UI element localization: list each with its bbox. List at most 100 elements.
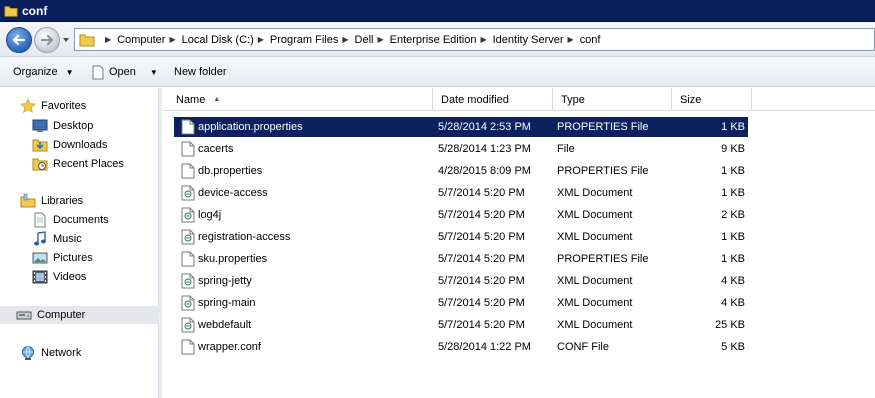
- file-size: 4 KB: [721, 275, 745, 287]
- breadcrumb-computer[interactable]: Computer ▶: [117, 34, 181, 46]
- nav-music[interactable]: Music: [32, 230, 82, 248]
- organize-button[interactable]: Organize ▼: [7, 61, 80, 83]
- chevron-down-icon: ▼: [65, 67, 74, 77]
- file-size: 4 KB: [721, 297, 745, 309]
- document-icon: [181, 163, 195, 179]
- breadcrumb-dell[interactable]: Dell ▶: [355, 34, 390, 46]
- file-type: XML Document: [557, 209, 633, 221]
- breadcrumb-local-disk[interactable]: Local Disk (C:) ▶: [182, 34, 270, 46]
- file-name: spring-main: [198, 297, 256, 309]
- xml-icon: [181, 273, 195, 289]
- file-date-modified: 5/7/2014 5:20 PM: [438, 253, 525, 265]
- nav-desktop[interactable]: Desktop: [32, 117, 93, 135]
- file-size: 5 KB: [721, 341, 745, 353]
- file-date-modified: 5/7/2014 5:20 PM: [438, 275, 525, 287]
- file-type: File: [557, 143, 575, 155]
- file-row[interactable]: db.properties 4/28/2015 8:09 PM PROPERTIES…: [174, 161, 748, 181]
- file-row[interactable]: log4j 5/7/2014 5:20 PM XML Document 2 KB: [174, 205, 748, 225]
- file-row[interactable]: wrapper.conf 5/28/2014 1:22 PM CONF File 5 …: [174, 337, 748, 357]
- document-icon: [181, 119, 195, 135]
- file-type: XML Document: [557, 297, 633, 309]
- file-date-modified: 5/7/2014 5:20 PM: [438, 319, 525, 331]
- nav-recent-places[interactable]: Recent Places: [32, 155, 124, 173]
- file-size: 1 KB: [721, 231, 745, 243]
- open-button[interactable]: Open ▼: [86, 61, 164, 83]
- organize-label: Organize: [13, 66, 58, 78]
- document-icon: [181, 339, 195, 355]
- file-size: 1 KB: [721, 121, 745, 133]
- navigation-pane: Favorites Desktop Downloads Recent Place…: [0, 88, 159, 398]
- new-folder-label: New folder: [174, 66, 227, 78]
- column-header-size[interactable]: Size: [672, 88, 752, 111]
- file-date-modified: 5/7/2014 5:20 PM: [438, 231, 525, 243]
- file-name: application.properties: [198, 121, 303, 133]
- column-header-row: Name ▲ Date modified Type Size: [162, 88, 875, 111]
- recent-pages-dropdown-icon[interactable]: [62, 36, 70, 44]
- file-size: 9 KB: [721, 143, 745, 155]
- file-date-modified: 4/28/2015 8:09 PM: [438, 165, 531, 177]
- file-type: XML Document: [557, 275, 633, 287]
- nav-favorites[interactable]: Favorites: [20, 97, 86, 115]
- document-icon: [92, 65, 104, 79]
- nav-videos[interactable]: Videos: [32, 268, 86, 286]
- nav-computer[interactable]: Computer: [0, 306, 159, 324]
- file-row[interactable]: device-access 5/7/2014 5:20 PM XML Documen…: [174, 183, 748, 203]
- address-row: ▶ Computer ▶ Local Disk (C:) ▶ Program Fil…: [0, 22, 875, 57]
- breadcrumb-separator[interactable]: ▶: [101, 35, 117, 44]
- xml-icon: [181, 207, 195, 223]
- file-row[interactable]: spring-main 5/7/2014 5:20 PM XML Document 4…: [174, 293, 748, 313]
- back-button[interactable]: [6, 27, 32, 53]
- file-size: 1 KB: [721, 165, 745, 177]
- pictures-icon: [32, 252, 48, 264]
- file-size: 25 KB: [715, 319, 745, 331]
- file-date-modified: 5/7/2014 5:20 PM: [438, 297, 525, 309]
- file-size: 1 KB: [721, 187, 745, 199]
- file-name: spring-jetty: [198, 275, 252, 287]
- file-row[interactable]: registration-access 5/7/2014 5:20 PM XML D…: [174, 227, 748, 247]
- file-name: wrapper.conf: [198, 341, 261, 353]
- videos-icon: [32, 270, 48, 284]
- file-date-modified: 5/7/2014 5:20 PM: [438, 187, 525, 199]
- file-row[interactable]: webdefault 5/7/2014 5:20 PM XML Document 25…: [174, 315, 748, 335]
- title-bar[interactable]: conf: [0, 0, 875, 22]
- new-folder-button[interactable]: New folder: [168, 61, 233, 83]
- file-name: webdefault: [198, 319, 252, 331]
- breadcrumb-program-files[interactable]: Program Files ▶: [270, 34, 355, 46]
- column-header-name[interactable]: Name ▲: [168, 88, 433, 111]
- column-header-type[interactable]: Type: [553, 88, 672, 111]
- file-name: cacerts: [198, 143, 234, 155]
- nav-downloads[interactable]: Downloads: [32, 136, 107, 154]
- address-bar[interactable]: ▶ Computer ▶ Local Disk (C:) ▶ Program Fil…: [74, 28, 875, 51]
- nav-documents[interactable]: Documents: [32, 211, 109, 229]
- file-name: device-access: [198, 187, 268, 199]
- column-header-date-modified[interactable]: Date modified: [433, 88, 553, 111]
- file-name: registration-access: [198, 231, 291, 243]
- breadcrumb-identity-server[interactable]: Identity Server ▶: [493, 34, 580, 46]
- file-list: Name ▲ Date modified Type Size applicati…: [162, 88, 875, 398]
- xml-icon: [181, 317, 195, 333]
- file-type: XML Document: [557, 187, 633, 199]
- document-icon: [181, 141, 195, 157]
- libraries-icon: [20, 193, 36, 208]
- forward-button[interactable]: [34, 27, 60, 53]
- file-row[interactable]: sku.properties 5/7/2014 5:20 PM PROPERTIES…: [174, 249, 748, 269]
- nav-libraries[interactable]: Libraries: [20, 192, 83, 210]
- file-row[interactable]: application.properties 5/28/2014 2:53 PM P…: [174, 117, 748, 137]
- file-type: XML Document: [557, 319, 633, 331]
- file-type: PROPERTIES File: [557, 253, 649, 265]
- star-icon: [20, 98, 36, 113]
- file-date-modified: 5/28/2014 1:23 PM: [438, 143, 531, 155]
- file-name: db.properties: [198, 165, 263, 177]
- file-date-modified: 5/28/2014 2:53 PM: [438, 121, 531, 133]
- chevron-down-icon[interactable]: ▼: [150, 68, 158, 77]
- nav-pictures[interactable]: Pictures: [32, 249, 93, 267]
- file-size: 2 KB: [721, 209, 745, 221]
- window-title: conf: [22, 3, 48, 18]
- nav-network[interactable]: Network: [20, 344, 81, 362]
- breadcrumb-conf[interactable]: conf: [580, 34, 601, 46]
- file-row[interactable]: cacerts 5/28/2014 1:23 PM File 9 KB: [174, 139, 748, 159]
- breadcrumb-enterprise-edition[interactable]: Enterprise Edition ▶: [390, 34, 493, 46]
- file-name: log4j: [198, 209, 222, 221]
- file-row[interactable]: spring-jetty 5/7/2014 5:20 PM XML Document…: [174, 271, 748, 291]
- recent-places-icon: [32, 158, 48, 171]
